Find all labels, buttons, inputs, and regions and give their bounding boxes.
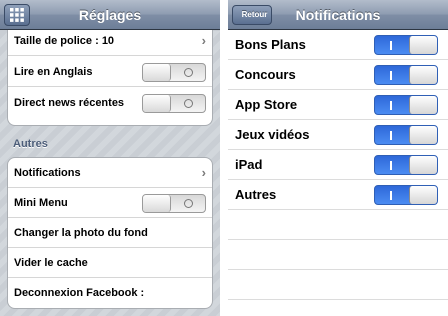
toggle-off-icon (184, 99, 193, 108)
notification-row-concours: Concours (228, 60, 448, 90)
read-english-label: Lire en Anglais (14, 66, 93, 78)
settings-group-other: Notifications › Mini Menu Changer la pho… (7, 157, 213, 309)
notifications-navbar: Retour Notifications (228, 0, 448, 30)
mini-menu-label: Mini Menu (14, 197, 68, 209)
page-title: Réglages (78, 7, 142, 23)
ipad-toggle[interactable] (374, 155, 438, 175)
toggle-knob (143, 64, 171, 81)
notification-label: Bons Plans (235, 37, 306, 52)
toggle-off-icon (184, 68, 193, 77)
notification-label: Autres (235, 187, 277, 202)
empty-row (228, 210, 448, 240)
toggle-on-icon (390, 131, 392, 140)
toggle-on-icon (390, 101, 392, 110)
toggle-knob (143, 195, 171, 212)
toggle-knob (409, 156, 437, 174)
bons-plans-toggle[interactable] (374, 35, 438, 55)
toggle-on-icon (390, 161, 392, 170)
settings-navbar: Réglages (0, 0, 220, 30)
notification-row-ipad: iPad (228, 150, 448, 180)
direct-news-label: Direct news récentes (14, 97, 125, 109)
clear-cache-row[interactable]: Vider le cache (8, 248, 212, 278)
toggle-knob (409, 66, 437, 84)
toggle-on-icon (390, 71, 392, 80)
notifications-screen: Bons Plans Concours App Store Jeux vidéo… (228, 0, 448, 316)
notification-label: Concours (235, 67, 296, 82)
toggle-knob (143, 95, 171, 112)
concours-toggle[interactable] (374, 65, 438, 85)
font-size-label: Taille de police : 10 (14, 35, 115, 47)
jeux-videos-toggle[interactable] (374, 125, 438, 145)
settings-screen: Taille de police : 10 › Lire en Anglais … (0, 0, 220, 316)
section-header-autres: Autres (13, 138, 48, 150)
change-background-row[interactable]: Changer la photo du fond (8, 218, 212, 248)
notifications-label: Notifications (14, 167, 81, 179)
app-store-toggle[interactable] (374, 95, 438, 115)
toggle-knob (409, 96, 437, 114)
direct-news-row: Direct news récentes (8, 88, 212, 118)
settings-group-general: Taille de police : 10 › Lire en Anglais … (7, 26, 213, 126)
notification-row-autres: Autres (228, 180, 448, 210)
toggle-knob (409, 126, 437, 144)
chevron-right-icon: › (201, 165, 206, 180)
clear-cache-label: Vider le cache (14, 257, 88, 269)
notification-row-app-store: App Store (228, 90, 448, 120)
read-english-toggle[interactable] (142, 63, 206, 82)
toggle-knob (409, 186, 437, 204)
mini-menu-row: Mini Menu (8, 188, 212, 218)
notification-row-jeux-videos: Jeux vidéos (228, 120, 448, 150)
toggle-knob (409, 36, 437, 54)
toggle-on-icon (390, 41, 392, 50)
page-title: Notifications (295, 7, 381, 23)
empty-row (228, 240, 448, 270)
facebook-logout-label: Deconnexion Facebook : (14, 287, 145, 299)
change-background-label: Changer la photo du fond (14, 227, 148, 239)
notification-row-bons-plans: Bons Plans (228, 30, 448, 60)
direct-news-toggle[interactable] (142, 94, 206, 113)
notification-label: App Store (235, 97, 298, 112)
notification-label: Jeux vidéos (235, 127, 310, 142)
facebook-logout-row[interactable]: Deconnexion Facebook : (8, 278, 212, 308)
toggle-off-icon (184, 199, 193, 208)
chevron-right-icon: › (201, 33, 206, 48)
notifications-row[interactable]: Notifications › (8, 158, 212, 188)
toggle-on-icon (390, 191, 392, 200)
read-english-row: Lire en Anglais (8, 57, 212, 87)
empty-row (228, 270, 448, 300)
font-size-row[interactable]: Taille de police : 10 › (8, 26, 212, 56)
mini-menu-toggle[interactable] (142, 194, 206, 213)
notification-label: iPad (235, 157, 263, 172)
autres-toggle[interactable] (374, 185, 438, 205)
